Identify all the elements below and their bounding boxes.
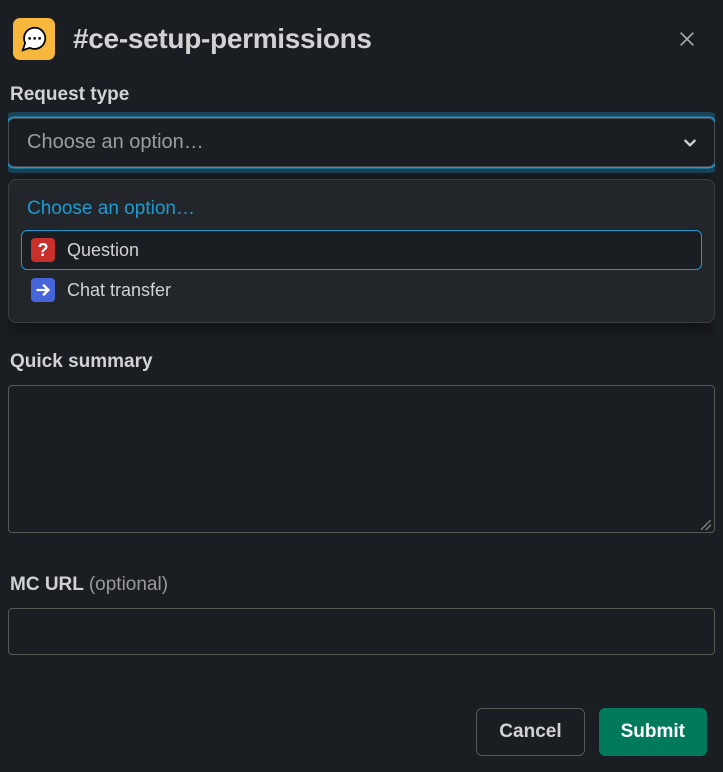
dropdown-option-chat-transfer[interactable]: Chat transfer — [21, 270, 702, 310]
mc-url-label-text: MC URL — [10, 574, 84, 595]
mc-url-optional-text: (optional) — [89, 574, 168, 595]
close-icon — [677, 29, 697, 49]
request-type-label: Request type — [8, 82, 715, 118]
mc-url-input[interactable] — [8, 608, 715, 655]
mc-url-label: MC URL (optional) — [8, 572, 715, 608]
dropdown-option-label: Question — [67, 240, 139, 261]
quick-summary-textarea[interactable] — [8, 385, 715, 533]
request-type-dropdown: Choose an option… ? Question Chat transf… — [8, 179, 715, 323]
app-speech-icon — [13, 18, 55, 60]
request-type-select-wrap: Choose an option… — [8, 118, 715, 167]
dropdown-option-label: Chat transfer — [67, 280, 171, 301]
modal-body: Request type Choose an option… Choose an… — [8, 82, 715, 692]
dropdown-header: Choose an option… — [21, 192, 702, 230]
arrow-right-icon — [31, 278, 55, 302]
modal-title: #ce-setup-permissions — [73, 23, 669, 55]
question-icon: ? — [31, 238, 55, 262]
quick-summary-wrap — [8, 385, 715, 538]
request-type-select[interactable]: Choose an option… — [8, 118, 715, 167]
close-button[interactable] — [669, 21, 705, 57]
modal-footer: Cancel Submit — [8, 692, 715, 764]
modal-header: #ce-setup-permissions — [8, 18, 715, 82]
quick-summary-label: Quick summary — [8, 349, 715, 385]
cancel-button[interactable]: Cancel — [476, 708, 584, 756]
submit-button[interactable]: Submit — [599, 708, 707, 756]
slack-modal: #ce-setup-permissions Request type Choos… — [0, 0, 723, 772]
dropdown-option-question[interactable]: ? Question — [21, 230, 702, 270]
